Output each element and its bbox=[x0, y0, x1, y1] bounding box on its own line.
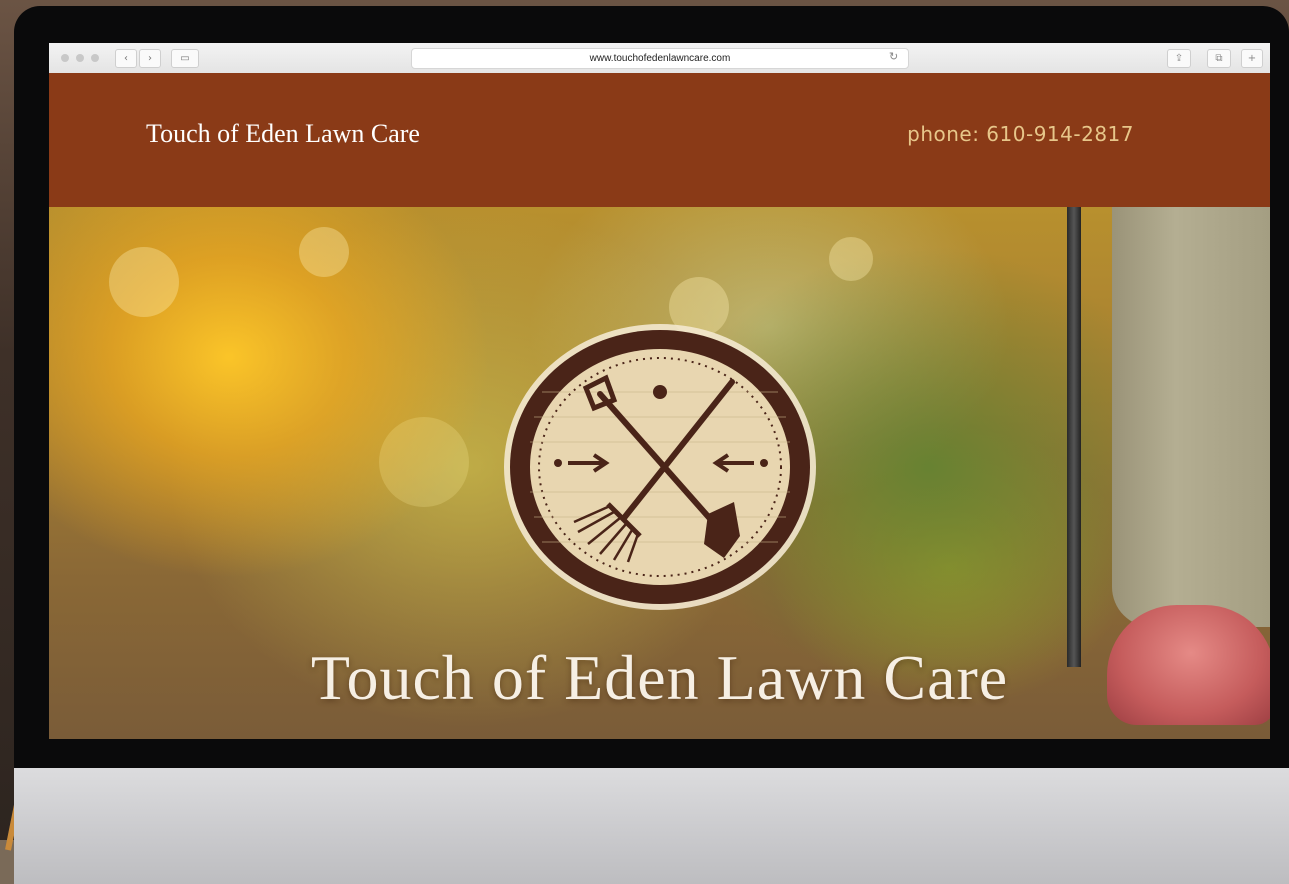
bokeh-light bbox=[299, 227, 349, 277]
hero-banner: Touch of Eden Lawn Care bbox=[49, 207, 1270, 739]
bokeh-light bbox=[829, 237, 873, 281]
browser-toolbar: ‹ › ▭ www.touchofedenlawncare.com ↻ ⇪ ⧉ … bbox=[49, 43, 1270, 74]
monitor-chin bbox=[14, 768, 1289, 884]
sidebar-toggle-button[interactable]: ▭ bbox=[171, 49, 199, 68]
share-button[interactable]: ⇪ bbox=[1167, 49, 1191, 68]
site-header: Touch of Eden Lawn Care phone: 610-914-2… bbox=[49, 73, 1270, 207]
photo-scene: ‹ › ▭ www.touchofedenlawncare.com ↻ ⇪ ⧉ … bbox=[0, 0, 1289, 884]
maximize-window-icon[interactable] bbox=[91, 54, 99, 62]
show-tabs-button[interactable]: ⧉ bbox=[1207, 49, 1231, 68]
minimize-window-icon[interactable] bbox=[76, 54, 84, 62]
close-window-icon[interactable] bbox=[61, 54, 69, 62]
hero-title: Touch of Eden Lawn Care bbox=[310, 642, 1009, 713]
address-bar[interactable]: www.touchofedenlawncare.com bbox=[411, 48, 909, 69]
phone-number-link[interactable]: phone: 610-914-2817 bbox=[907, 122, 1134, 146]
bokeh-light bbox=[109, 247, 179, 317]
bokeh-light bbox=[379, 417, 469, 507]
site-brand-link[interactable]: Touch of Eden Lawn Care bbox=[146, 119, 420, 149]
back-button[interactable]: ‹ bbox=[115, 49, 137, 68]
reload-icon[interactable]: ↻ bbox=[889, 50, 898, 63]
new-tab-button[interactable]: + bbox=[1241, 49, 1263, 68]
crossed-shovel-and-rake-icon bbox=[504, 324, 816, 610]
mower-handle bbox=[1067, 207, 1081, 667]
forward-button[interactable]: › bbox=[139, 49, 161, 68]
person-leg bbox=[1112, 207, 1270, 627]
browser-window: ‹ › ▭ www.touchofedenlawncare.com ↻ ⇪ ⧉ … bbox=[49, 43, 1270, 739]
